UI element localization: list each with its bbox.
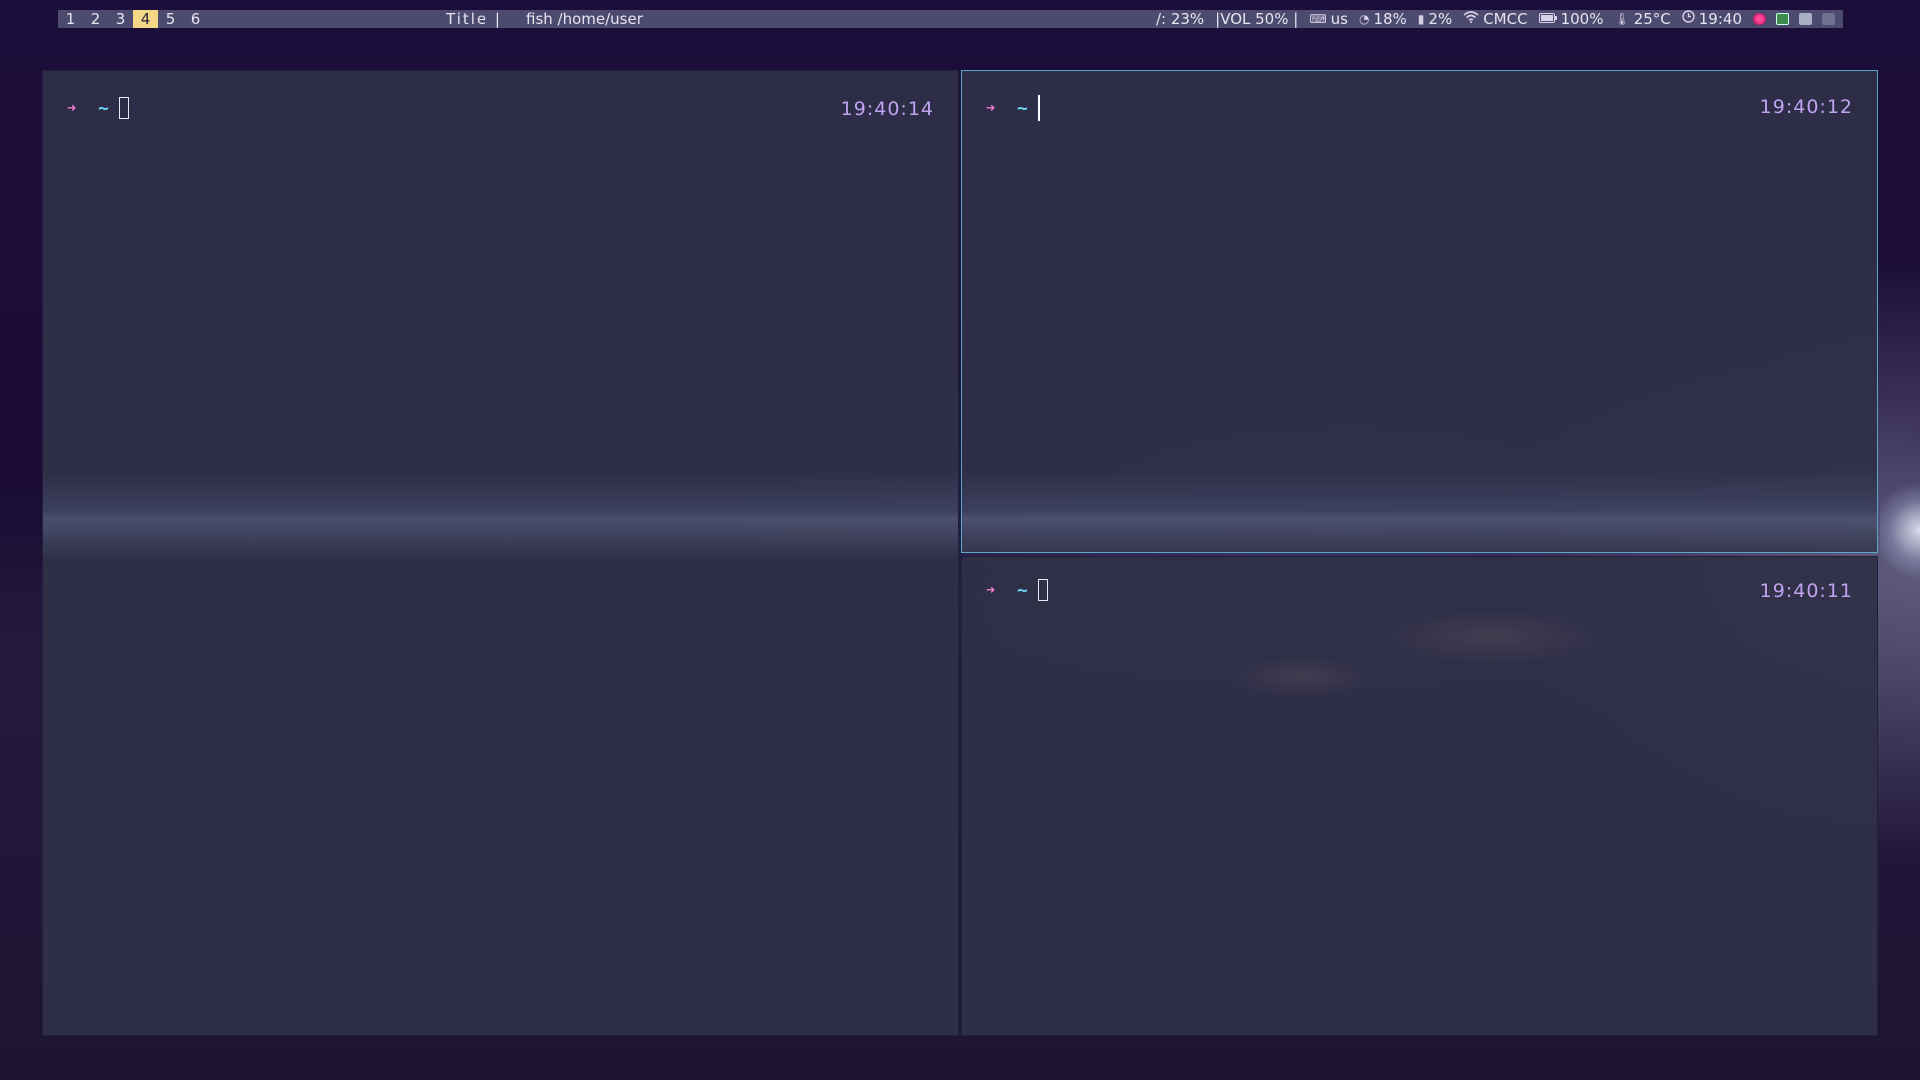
wallpaper-earth-glow [1880,470,1920,630]
volume[interactable]: |VOL 50% | [1215,10,1298,28]
tray-image-icon[interactable] [1799,13,1812,25]
keyboard-layout[interactable]: ⌨ us [1309,10,1348,28]
temperature: 🌡 25°C [1614,10,1671,28]
workspace-4-active[interactable]: 4 [133,10,158,28]
prompt-arrow: ➜ [986,581,996,599]
prompt-directory: ~ [1017,97,1028,119]
tray-app-icon[interactable] [1753,13,1766,25]
prompt-arrow: ➜ [67,99,77,117]
workspace-3[interactable]: 3 [108,10,133,28]
wallpaper-horizon [962,471,1877,561]
status-area: /: 23% |VOL 50% | ⌨ us ◔ 18% ▮ 2% CMCC 1… [1156,10,1835,28]
workspace-2[interactable]: 2 [83,10,108,28]
prompt-time: 19:40:12 [1759,96,1853,118]
cpu-usage: ◔ 18% [1358,10,1407,28]
cpu-pie-icon: ◔ [1358,12,1370,26]
text-cursor [1037,579,1048,601]
terminal-left[interactable]: ➜ ~ 19:40:14 [42,70,959,1036]
memory-icon: ▮ [1417,12,1425,26]
tray-calendar-icon[interactable] [1822,13,1835,25]
clock-icon [1682,10,1695,28]
battery-icon [1538,10,1557,28]
tray-sheet-icon[interactable] [1776,13,1789,25]
workspace-switcher: 1 2 3 4 5 6 [58,10,208,28]
prompt-time: 19:40:14 [840,98,934,120]
text-cursor [118,97,129,119]
wifi-icon [1463,10,1479,28]
disk-usage: /: 23% [1155,10,1205,28]
clock[interactable]: 19:40 [1682,10,1742,28]
wallpaper-horizon [43,471,958,561]
battery-status: 100% [1538,10,1603,28]
terminal-top-right[interactable]: ➜ ~ 19:40:12 [961,70,1878,561]
memory-usage: ▮ 2% [1417,10,1453,28]
window-title: fish /home/user [526,10,643,28]
terminal-bottom-right[interactable]: ➜ ~ 19:40:11 [961,556,1878,1036]
bar-title: Title | [446,10,502,28]
workspace-5[interactable]: 5 [158,10,183,28]
network-status[interactable]: CMCC [1463,10,1528,28]
text-cursor [1037,95,1040,121]
shell-prompt: ➜ ~ [67,97,129,119]
prompt-directory: ~ [1017,579,1028,601]
system-tray [1753,13,1835,25]
prompt-arrow: ➜ [986,99,996,117]
prompt-time: 19:40:11 [1759,580,1853,602]
top-status-bar: 1 2 3 4 5 6 Title | fish /home/user /: 2… [58,10,1843,28]
workspace-6[interactable]: 6 [183,10,208,28]
workspace-1[interactable]: 1 [58,10,83,28]
thermometer-icon: 🌡 [1614,12,1630,26]
shell-prompt: ➜ ~ [986,95,1040,121]
wallpaper-clouds [1162,577,1662,717]
shell-prompt: ➜ ~ [986,579,1048,601]
keyboard-icon: ⌨ [1309,12,1327,26]
prompt-directory: ~ [98,97,109,119]
